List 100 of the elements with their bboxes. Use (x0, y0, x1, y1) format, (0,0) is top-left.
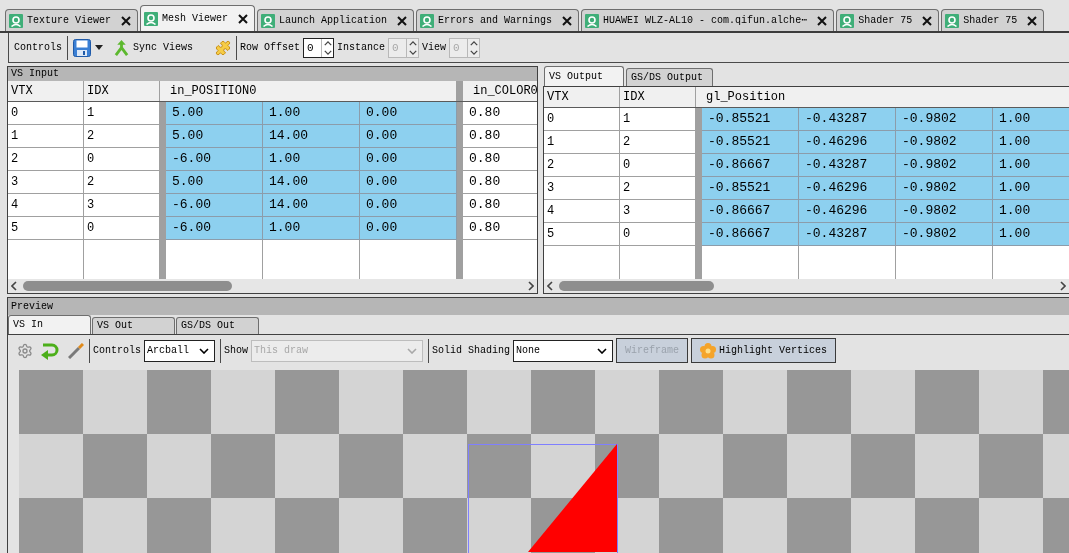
document-tab[interactable]: HUAWEI WLZ-AL10 - com.qifun.alche⋯ (581, 9, 835, 31)
table-cell: -0.9802 (896, 200, 993, 223)
dropdown[interactable]: Arcball (144, 339, 215, 362)
table-cell: 1.00 (993, 154, 1069, 177)
table-cell: 5.00 (166, 102, 263, 125)
close-icon[interactable] (397, 15, 408, 26)
field-label: Instance (337, 41, 386, 55)
dropdown[interactable]: None (513, 339, 614, 362)
table-cell: -0.43287 (799, 154, 896, 177)
chevron-left-icon[interactable] (11, 281, 17, 291)
table-cell: -0.46296 (799, 200, 896, 223)
table-cell: 5.00 (166, 125, 263, 148)
preview-tab[interactable]: VS Out (92, 317, 175, 334)
table-cell: 0.00 (360, 125, 457, 148)
field-label: Controls (93, 344, 141, 358)
panel-tab[interactable]: GS/DS Output (626, 68, 713, 86)
preview-tab[interactable]: GS/DS Out (176, 317, 259, 334)
render-viewport[interactable] (19, 370, 1069, 553)
table-cell: 0.00 (360, 148, 457, 171)
ring-tile-icon (945, 13, 960, 28)
preview-tab[interactable]: VS In (8, 315, 91, 334)
table-cell: 1.00 (993, 177, 1069, 200)
table-cell: 1 (8, 125, 84, 148)
table-cell: -0.86667 (702, 200, 799, 223)
table-cell: -0.86667 (702, 154, 799, 177)
table-cell: -6.00 (166, 217, 263, 240)
table-cell: 1.00 (993, 223, 1069, 246)
close-icon[interactable] (238, 13, 249, 24)
panel-title: Preview (8, 298, 1069, 315)
table-cell: 2 (8, 148, 84, 171)
column-header: VTX (8, 81, 84, 101)
close-icon[interactable] (562, 15, 573, 26)
settings-icon[interactable] (17, 342, 33, 359)
table-cell: 0.00 (360, 217, 457, 240)
table-cell: 0.00 (360, 171, 457, 194)
document-tab[interactable]: Errors and Warnings (416, 9, 580, 31)
table-cell: 4 (544, 200, 620, 223)
table-cell: 1 (544, 131, 620, 154)
horizontal-scrollbar[interactable] (544, 279, 1069, 293)
chevron-right-icon[interactable] (528, 281, 534, 291)
column-header: IDX (620, 87, 696, 107)
table-cell: -0.85521 (702, 108, 799, 131)
ring-tile-icon (420, 13, 435, 28)
toolbar-button[interactable]: Highlight Vertices (691, 338, 837, 363)
caret-icon[interactable] (95, 45, 103, 50)
ring-tile-icon (840, 13, 855, 28)
field-label: Row Offset (240, 41, 301, 55)
table-cell: -0.9802 (896, 223, 993, 246)
document-tab[interactable]: Texture Viewer (5, 9, 138, 31)
table-cell: 1.00 (993, 108, 1069, 131)
wand-icon[interactable] (68, 342, 84, 359)
save-icon[interactable] (73, 38, 91, 57)
table-cell: -0.46296 (799, 177, 896, 200)
panel-tab[interactable]: VS Output (544, 66, 624, 86)
table-cell: -0.46296 (799, 131, 896, 154)
scrollbar-thumb[interactable] (23, 281, 232, 291)
table-cell: 14.00 (263, 171, 360, 194)
table-cell: 1.00 (993, 131, 1069, 154)
ring-tile-icon (144, 11, 158, 26)
column-header: VTX (544, 87, 620, 107)
document-tab[interactable]: Shader 75 (941, 9, 1045, 31)
table-cell: 1.00 (263, 102, 360, 125)
merge-arrow-icon (114, 39, 129, 56)
toolbar-label: Controls (14, 41, 62, 55)
spinbox[interactable]: 0 (303, 37, 335, 58)
table-cell: -0.43287 (799, 223, 896, 246)
table-cell: -0.9802 (896, 177, 993, 200)
table-cell: 14.00 (263, 125, 360, 148)
document-tab[interactable]: Shader 75 (836, 9, 940, 31)
chevron-left-icon[interactable] (547, 281, 553, 291)
field-label: View (422, 41, 447, 55)
table-cell: 3 (544, 177, 620, 200)
table-cell: -0.85521 (702, 131, 799, 154)
table-cell: 0 (544, 108, 620, 131)
table-cell: 0.00 (360, 194, 457, 217)
panel-title: VS Input (8, 67, 537, 81)
sync-views-button[interactable]: Sync Views (114, 39, 194, 56)
table-cell: 1.00 (993, 200, 1069, 223)
scrollbar-thumb[interactable] (559, 281, 714, 291)
close-icon[interactable] (121, 15, 131, 26)
chevron-right-icon[interactable] (1060, 281, 1066, 291)
ring-tile-icon (9, 13, 23, 28)
column-header: IDX (84, 81, 160, 101)
horizontal-scrollbar[interactable] (8, 279, 537, 293)
close-icon[interactable] (817, 15, 828, 26)
chevron-down-icon[interactable] (597, 347, 608, 354)
table-cell: 5 (8, 217, 84, 240)
table-cell: 14.00 (263, 194, 360, 217)
close-icon[interactable] (1027, 15, 1038, 26)
chevron-up-icon[interactable] (323, 40, 332, 46)
document-tab[interactable]: Mesh Viewer (140, 5, 256, 31)
table-cell: 4 (8, 194, 84, 217)
table-cell: 1.00 (263, 148, 360, 171)
chevron-down-icon[interactable] (323, 49, 332, 55)
chevron-down-icon[interactable] (199, 347, 209, 354)
document-tab[interactable]: Launch Application (257, 9, 415, 31)
table-cell: 1.00 (263, 217, 360, 240)
close-icon[interactable] (922, 15, 933, 26)
table-cell: 0 (8, 102, 84, 125)
ring-tile-icon (585, 13, 600, 28)
